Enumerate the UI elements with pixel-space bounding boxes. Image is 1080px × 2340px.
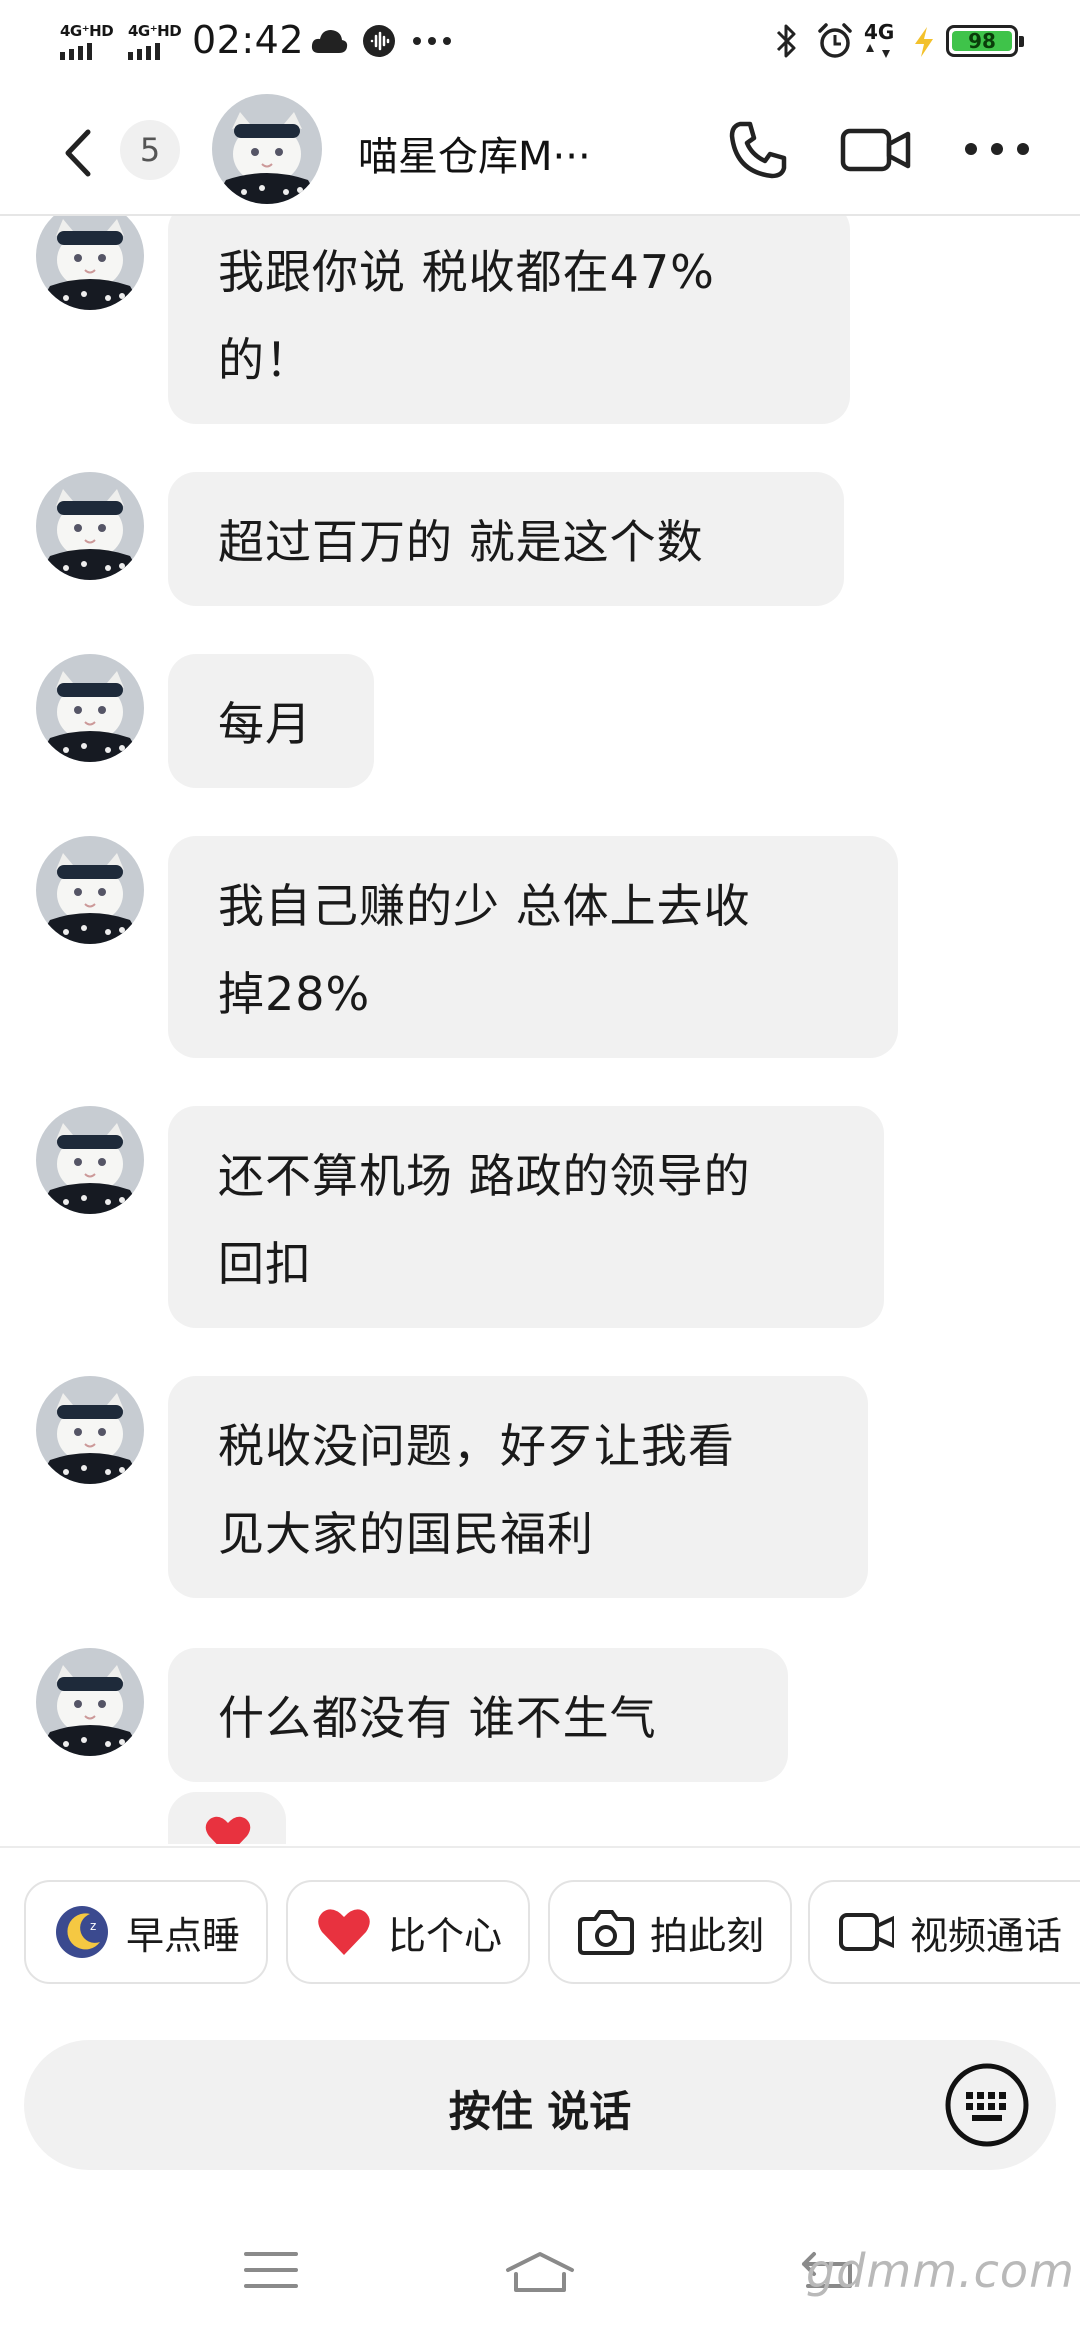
sim2-label: 4G⁺HD — [128, 22, 182, 40]
message-bubble[interactable]: 我自己赚的少 总体上去收 掉28% — [168, 836, 898, 1058]
video-call-icon[interactable] — [840, 126, 912, 174]
home-icon[interactable] — [504, 2250, 576, 2294]
message-text: 我自己赚的少 总体上去收 — [218, 879, 751, 933]
message-text: 每月 — [218, 697, 312, 751]
sender-avatar[interactable] — [36, 1648, 144, 1756]
reaction-bubble[interactable] — [168, 1792, 286, 1844]
sim1-label: 4G⁺HD — [60, 22, 114, 40]
back-icon[interactable] — [62, 128, 92, 178]
message-text: 见大家的国民福利 — [218, 1507, 594, 1561]
quick-reply-heart[interactable]: 比个心 — [286, 1880, 530, 1984]
cloud-icon — [311, 30, 348, 53]
camera-icon — [578, 1904, 634, 1960]
quick-reply-sleep[interactable]: z 早点睡 — [24, 1880, 268, 1984]
message-bubble[interactable]: 我跟你说 税收都在47% 的！ — [168, 216, 850, 424]
more-dots-icon — [413, 37, 451, 45]
heart-icon — [205, 1816, 251, 1844]
hold-to-talk-label: 按住 说话 — [448, 2087, 632, 2136]
svg-text:z: z — [90, 1919, 96, 1933]
quick-reply-bar: z 早点睡 比个心 拍此刻 视频通话 — [0, 1846, 1080, 1988]
sender-avatar[interactable] — [36, 836, 144, 944]
sender-avatar[interactable] — [36, 654, 144, 762]
message-text: 税收没问题，好歹让我看 — [218, 1419, 735, 1473]
charging-icon — [915, 27, 933, 57]
phone-icon[interactable] — [726, 118, 790, 182]
quick-reply-label: 比个心 — [388, 1913, 503, 1958]
message-text: 超过百万的 就是这个数 — [218, 515, 704, 569]
keyboard-icon[interactable] — [944, 2062, 1030, 2148]
message-text: 还不算机场 路政的领导的 — [218, 1149, 751, 1203]
chat-title[interactable]: 喵星仓库M··· — [358, 124, 591, 182]
moon-sleep-icon: z — [54, 1904, 110, 1960]
battery-level: 98 — [968, 29, 996, 53]
sender-avatar[interactable] — [36, 1106, 144, 1214]
alarm-icon — [818, 23, 852, 58]
message-text: 回扣 — [218, 1237, 312, 1291]
quick-reply-label: 拍此刻 — [650, 1913, 765, 1958]
sender-avatar[interactable] — [36, 1376, 144, 1484]
more-icon[interactable] — [964, 142, 1030, 156]
quick-reply-camera[interactable]: 拍此刻 — [548, 1880, 792, 1984]
message-bubble[interactable]: 每月 — [168, 654, 374, 788]
hold-to-talk-button[interactable]: 按住 说话 — [24, 2040, 1056, 2170]
bluetooth-icon — [776, 24, 796, 58]
message-text: 的！ — [218, 333, 312, 387]
heart-icon — [316, 1904, 372, 1960]
sender-avatar[interactable] — [36, 216, 144, 310]
sim1-signal-icon: 4G⁺HD — [60, 22, 116, 62]
battery-icon: 98 — [946, 25, 1024, 57]
message-list[interactable]: 我跟你说 税收都在47% 的！ 超过百万的 就是这个数 每月 我自己赚的少 总体… — [0, 216, 1080, 1844]
unread-count-badge[interactable]: 5 — [120, 120, 180, 180]
status-bar: 4G⁺HD 4G⁺HD 02:42 4G 98 — [0, 0, 1080, 84]
contact-avatar[interactable] — [212, 94, 322, 204]
quick-reply-label: 早点睡 — [126, 1913, 241, 1958]
status-time: 02:42 — [192, 18, 305, 62]
message-text: 掉28% — [218, 967, 371, 1021]
sender-avatar[interactable] — [36, 472, 144, 580]
quick-reply-video-call[interactable]: 视频通话 — [808, 1880, 1080, 1984]
message-bubble[interactable]: 超过百万的 就是这个数 — [168, 472, 844, 606]
sim2-signal-icon: 4G⁺HD — [128, 22, 184, 62]
message-bubble[interactable]: 还不算机场 路政的领导的 回扣 — [168, 1106, 884, 1328]
watermark: gdmm.com — [806, 2244, 1075, 2298]
quick-reply-label: 视频通话 — [910, 1913, 1063, 1958]
menu-icon[interactable] — [244, 2250, 298, 2290]
video-call-icon — [838, 1904, 894, 1960]
message-text: 我跟你说 税收都在47% — [218, 245, 715, 299]
message-bubble[interactable]: 税收没问题，好歹让我看 见大家的国民福利 — [168, 1376, 868, 1598]
message-bubble[interactable]: 什么都没有 谁不生气 — [168, 1648, 788, 1782]
network-4g-icon: 4G — [864, 20, 904, 60]
chat-header: 5 喵星仓库M··· — [0, 84, 1080, 216]
network-label: 4G — [864, 20, 895, 44]
voice-message-icon — [363, 25, 395, 57]
message-text: 什么都没有 谁不生气 — [218, 1691, 657, 1745]
